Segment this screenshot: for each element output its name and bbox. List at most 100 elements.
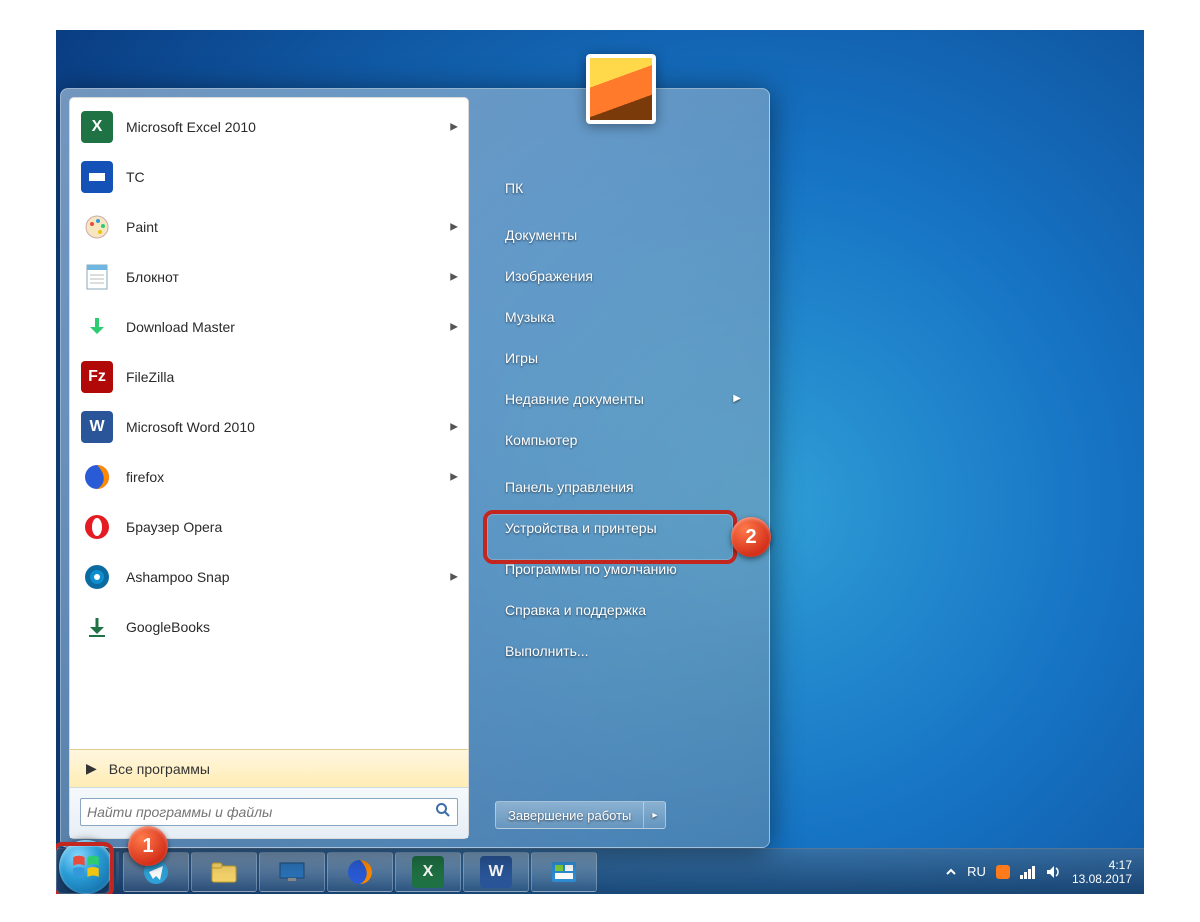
desktop: X Microsoft Excel 2010 ▶ TC Paint ▶ Блок…	[56, 30, 1144, 894]
callout-badge-2: 2	[731, 517, 771, 557]
user-avatar[interactable]	[586, 54, 656, 124]
filezilla-icon: Fz	[80, 360, 114, 394]
app-label: FileZilla	[126, 369, 174, 385]
shutdown-options-button[interactable]: ▸	[644, 801, 666, 829]
start-menu-app-item[interactable]: Браузер Opera	[70, 502, 468, 552]
excel-icon: X	[80, 110, 114, 144]
start-menu-app-item[interactable]: firefox ▶	[70, 452, 468, 502]
start-menu-right-item[interactable]: Справка и поддержка	[495, 589, 749, 630]
start-menu-right-item[interactable]: Программы по умолчанию	[495, 548, 749, 589]
chevron-right-icon: ▶	[733, 393, 741, 404]
right-item-label: ПК	[505, 180, 523, 196]
snap-icon	[80, 560, 114, 594]
start-button[interactable]	[59, 840, 113, 894]
taskbar-app[interactable]	[327, 852, 393, 892]
start-menu-app-item[interactable]: Download Master ▶	[70, 302, 468, 352]
right-item-label: Изображения	[505, 268, 593, 284]
firefox-icon	[80, 460, 114, 494]
right-item-label: Музыка	[505, 309, 555, 325]
start-menu-right-item[interactable]: Изображения	[495, 255, 749, 296]
taskbar-app[interactable]	[259, 852, 325, 892]
word-icon: W	[480, 856, 512, 888]
start-menu-app-item[interactable]: X Microsoft Excel 2010 ▶	[70, 102, 468, 152]
chevron-right-icon: ▸	[652, 810, 657, 821]
excel-icon: X	[412, 856, 444, 888]
start-menu-left-pane: X Microsoft Excel 2010 ▶ TC Paint ▶ Блок…	[69, 97, 469, 839]
chevron-right-icon: ▶	[450, 422, 458, 433]
taskbar: X W RU 4:17 13.08.2017	[56, 848, 1144, 894]
start-menu-app-item[interactable]: Ashampoo Snap ▶	[70, 552, 468, 602]
chevron-right-icon: ▶	[450, 472, 458, 483]
taskbar-app[interactable]: W	[463, 852, 529, 892]
gbooks-icon	[80, 610, 114, 644]
search-input[interactable]	[87, 804, 435, 820]
right-item-label: Игры	[505, 350, 538, 366]
tray-chevron-up-icon[interactable]	[945, 866, 957, 878]
start-menu-app-item[interactable]: Fz FileZilla	[70, 352, 468, 402]
shutdown-label: Завершение работы	[508, 808, 631, 823]
taskbar-separator	[116, 852, 119, 892]
start-menu-right-item[interactable]: Документы	[495, 214, 749, 255]
right-item-label: Выполнить...	[505, 643, 589, 659]
paint-icon	[80, 210, 114, 244]
app-label: Microsoft Word 2010	[126, 419, 255, 435]
app-label: Download Master	[126, 319, 235, 335]
chevron-right-icon: ▶	[450, 322, 458, 333]
chevron-right-icon: ▶	[450, 272, 458, 283]
start-menu-right-item[interactable]: Игры	[495, 337, 749, 378]
chevron-right-icon: ▶	[450, 222, 458, 233]
start-menu-right-item[interactable]: ПК	[495, 167, 749, 208]
start-menu-right-item[interactable]: Устройства и принтеры	[495, 507, 749, 548]
right-item-label: Программы по умолчанию	[505, 561, 677, 577]
start-menu-right-item[interactable]: Выполнить...	[495, 630, 749, 671]
start-menu-right-item[interactable]: Музыка	[495, 296, 749, 337]
start-menu-right-item[interactable]: Панель управления	[495, 466, 749, 507]
app-label: Блокнот	[126, 269, 179, 285]
chevron-right-icon: ▶	[450, 572, 458, 583]
word-icon: W	[80, 410, 114, 444]
tray-clock[interactable]: 4:17 13.08.2017	[1072, 858, 1136, 886]
tc-icon	[80, 160, 114, 194]
all-programs-label: Все программы	[109, 761, 210, 777]
network-icon[interactable]	[1020, 865, 1036, 879]
all-programs-button[interactable]: ▶ Все программы	[70, 749, 468, 787]
start-menu-app-item[interactable]: Блокнот ▶	[70, 252, 468, 302]
taskbar-app[interactable]	[191, 852, 257, 892]
firefox-icon	[344, 856, 376, 888]
start-menu-app-item[interactable]: GoogleBooks	[70, 602, 468, 652]
right-item-label: Компьютер	[505, 432, 577, 448]
control-panel-icon	[548, 856, 580, 888]
start-menu-right-item[interactable]: Недавние документы ▶	[495, 378, 749, 419]
right-item-label: Документы	[505, 227, 577, 243]
system-tray: RU 4:17 13.08.2017	[945, 858, 1136, 886]
right-item-label: Панель управления	[505, 479, 634, 495]
right-item-label: Недавние документы	[505, 391, 644, 407]
notepad-icon	[80, 260, 114, 294]
tray-app-icon[interactable]	[996, 865, 1010, 879]
shutdown-group: Завершение работы ▸	[495, 801, 749, 829]
tray-date: 13.08.2017	[1072, 872, 1132, 886]
start-menu-app-item[interactable]: Paint ▶	[70, 202, 468, 252]
chevron-right-icon: ▶	[450, 122, 458, 133]
start-menu-app-item[interactable]: W Microsoft Word 2010 ▶	[70, 402, 468, 452]
search-icon[interactable]	[435, 802, 451, 823]
start-menu-right-pane: ПК Документы Изображения Музыка Игры Недавние…	[469, 97, 761, 839]
app-label: TC	[126, 169, 145, 185]
start-menu-app-item[interactable]: TC	[70, 152, 468, 202]
desktop-icon	[276, 856, 308, 888]
start-menu: X Microsoft Excel 2010 ▶ TC Paint ▶ Блок…	[60, 88, 770, 848]
app-label: Ashampoo Snap	[126, 569, 230, 585]
shutdown-button[interactable]: Завершение работы	[495, 801, 644, 829]
right-item-label: Справка и поддержка	[505, 602, 646, 618]
taskbar-app[interactable]	[531, 852, 597, 892]
app-label: Microsoft Excel 2010	[126, 119, 256, 135]
language-indicator[interactable]: RU	[967, 864, 986, 879]
windows-logo-icon	[69, 850, 103, 884]
volume-icon[interactable]	[1046, 865, 1062, 879]
app-label: GoogleBooks	[126, 619, 210, 635]
dm-icon	[80, 310, 114, 344]
taskbar-app[interactable]: X	[395, 852, 461, 892]
app-label: firefox	[126, 469, 164, 485]
tray-time: 4:17	[1072, 858, 1132, 872]
start-menu-right-item[interactable]: Компьютер	[495, 419, 749, 460]
